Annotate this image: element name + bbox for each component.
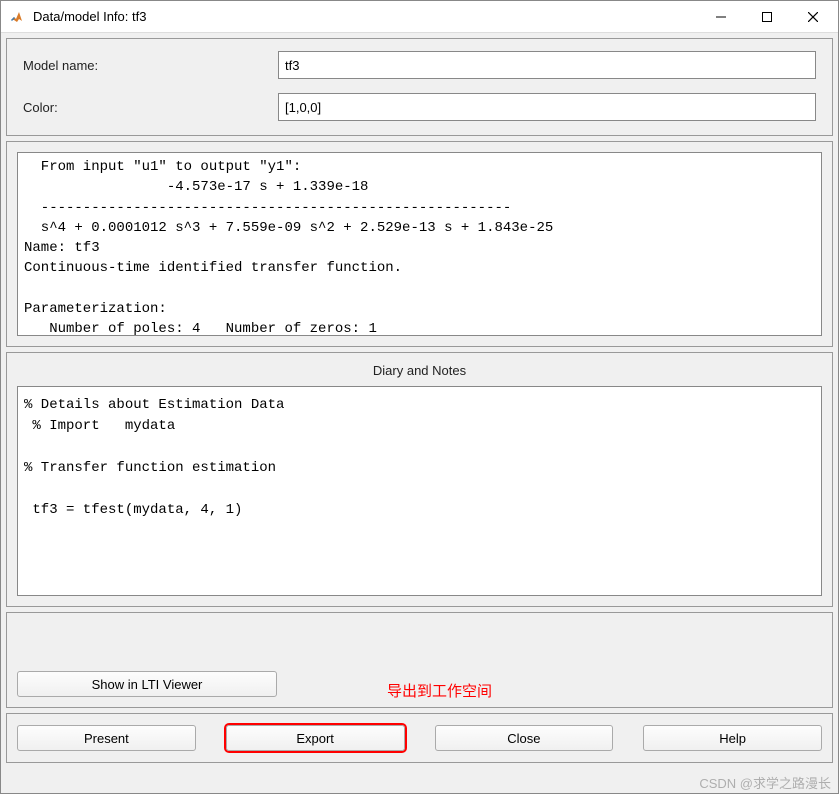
properties-panel: Model name: Color: [6, 38, 833, 136]
help-button[interactable]: Help [643, 725, 822, 751]
maximize-button[interactable] [744, 2, 790, 32]
diary-panel: Diary and Notes % Details about Estimati… [6, 352, 833, 607]
model-name-label: Model name: [23, 58, 278, 73]
color-row: Color: [23, 93, 816, 121]
lti-panel: Show in LTI Viewer 导出到工作空间 [6, 612, 833, 708]
matlab-icon [9, 9, 25, 25]
color-input[interactable] [278, 93, 816, 121]
show-lti-viewer-button[interactable]: Show in LTI Viewer [17, 671, 277, 697]
present-button[interactable]: Present [17, 725, 196, 751]
content-area: Model name: Color: From input "u1" to ou… [1, 33, 838, 793]
diary-text[interactable]: % Details about Estimation Data % Import… [17, 386, 822, 596]
model-info-panel: From input "u1" to output "y1": -4.573e-… [6, 141, 833, 347]
export-button[interactable]: Export [226, 725, 405, 751]
model-name-input[interactable] [278, 51, 816, 79]
model-name-row: Model name: [23, 51, 816, 79]
action-panel: Present Export Close Help [6, 713, 833, 763]
close-window-button[interactable] [790, 2, 836, 32]
window-controls [698, 2, 836, 32]
export-annotation: 导出到工作空间 [387, 680, 492, 701]
close-button[interactable]: Close [435, 725, 614, 751]
titlebar: Data/model Info: tf3 [1, 1, 838, 33]
model-info-text[interactable]: From input "u1" to output "y1": -4.573e-… [17, 152, 822, 336]
diary-title: Diary and Notes [17, 361, 822, 386]
dialog-window: Data/model Info: tf3 Model name: Color: [0, 0, 839, 794]
minimize-button[interactable] [698, 2, 744, 32]
window-title: Data/model Info: tf3 [33, 9, 698, 24]
color-label: Color: [23, 100, 278, 115]
